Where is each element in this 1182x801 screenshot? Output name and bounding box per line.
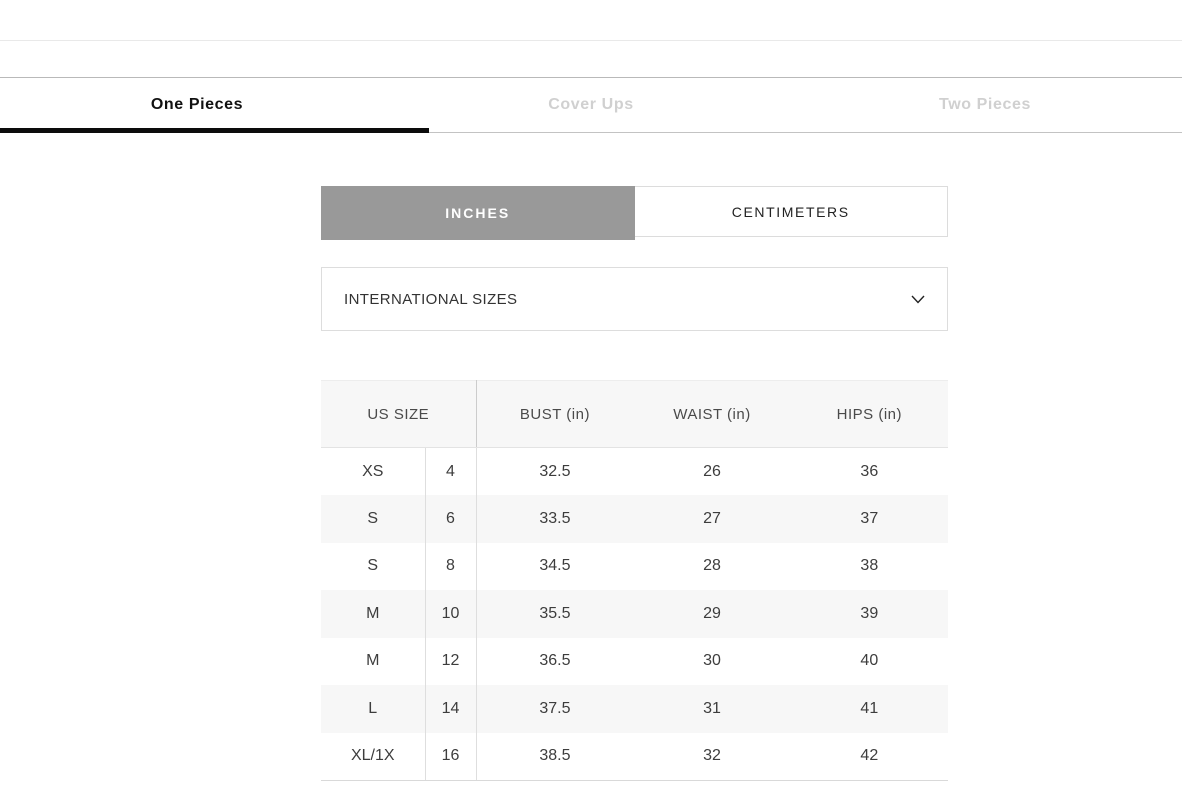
size-label-cell: M	[321, 638, 425, 686]
waist-value-cell: 29	[633, 590, 790, 638]
top-divider	[0, 40, 1182, 41]
tab-cover-ups-label: Cover Ups	[548, 96, 633, 114]
tab-two-pieces[interactable]: Two Pieces	[788, 78, 1182, 132]
table-row: S834.52838	[321, 543, 948, 591]
hips-value-cell: 39	[791, 590, 948, 638]
hips-value-cell: 42	[791, 733, 948, 781]
us-number-cell: 8	[425, 543, 476, 591]
table-row: S633.52737	[321, 495, 948, 543]
us-number-cell: 14	[425, 685, 476, 733]
hips-value-cell: 37	[791, 495, 948, 543]
category-tab-bar: One Pieces Cover Ups Two Pieces	[0, 77, 1182, 133]
hips-value-cell: 41	[791, 685, 948, 733]
size-guide-content: INCHES CENTIMETERS INTERNATIONAL SIZES U…	[321, 186, 948, 781]
waist-value-cell: 26	[633, 448, 790, 496]
us-size-header: US SIZE	[321, 381, 476, 448]
hips-value-cell: 36	[791, 448, 948, 496]
table-row: L1437.53141	[321, 685, 948, 733]
international-sizes-label: INTERNATIONAL SIZES	[344, 291, 517, 308]
international-sizes-dropdown[interactable]: INTERNATIONAL SIZES	[321, 267, 948, 331]
us-number-cell: 12	[425, 638, 476, 686]
tab-one-pieces[interactable]: One Pieces	[0, 78, 394, 132]
tab-one-pieces-label: One Pieces	[151, 96, 243, 114]
bust-value-cell: 34.5	[476, 543, 633, 591]
size-label-cell: M	[321, 590, 425, 638]
size-chart-table: US SIZE BUST (in) WAIST (in) HIPS (in) X…	[321, 380, 948, 781]
centimeters-button[interactable]: CENTIMETERS	[635, 186, 949, 237]
waist-value-cell: 27	[633, 495, 790, 543]
table-header-row: US SIZE BUST (in) WAIST (in) HIPS (in)	[321, 381, 948, 448]
us-number-cell: 6	[425, 495, 476, 543]
size-label-cell: L	[321, 685, 425, 733]
active-tab-underline	[0, 128, 429, 133]
tab-cover-ups[interactable]: Cover Ups	[394, 78, 788, 132]
table-row: M1035.52939	[321, 590, 948, 638]
waist-value-cell: 30	[633, 638, 790, 686]
hips-value-cell: 38	[791, 543, 948, 591]
hips-value-cell: 40	[791, 638, 948, 686]
table-row: XS432.52636	[321, 448, 948, 496]
size-label-cell: XS	[321, 448, 425, 496]
bust-header: BUST (in)	[476, 381, 633, 448]
waist-value-cell: 32	[633, 733, 790, 781]
hips-header: HIPS (in)	[791, 381, 948, 448]
inches-button[interactable]: INCHES	[321, 186, 635, 240]
bust-value-cell: 38.5	[476, 733, 633, 781]
waist-header: WAIST (in)	[633, 381, 790, 448]
us-number-cell: 4	[425, 448, 476, 496]
table-row: M1236.53040	[321, 638, 948, 686]
us-number-cell: 10	[425, 590, 476, 638]
bust-value-cell: 32.5	[476, 448, 633, 496]
bust-value-cell: 37.5	[476, 685, 633, 733]
bust-value-cell: 36.5	[476, 638, 633, 686]
size-label-cell: XL/1X	[321, 733, 425, 781]
tab-two-pieces-label: Two Pieces	[939, 96, 1031, 114]
unit-toggle: INCHES CENTIMETERS	[321, 186, 948, 240]
size-label-cell: S	[321, 543, 425, 591]
bust-value-cell: 33.5	[476, 495, 633, 543]
table-row: XL/1X1638.53242	[321, 733, 948, 781]
bust-value-cell: 35.5	[476, 590, 633, 638]
size-label-cell: S	[321, 495, 425, 543]
waist-value-cell: 28	[633, 543, 790, 591]
chevron-down-icon	[911, 295, 925, 304]
us-number-cell: 16	[425, 733, 476, 781]
waist-value-cell: 31	[633, 685, 790, 733]
